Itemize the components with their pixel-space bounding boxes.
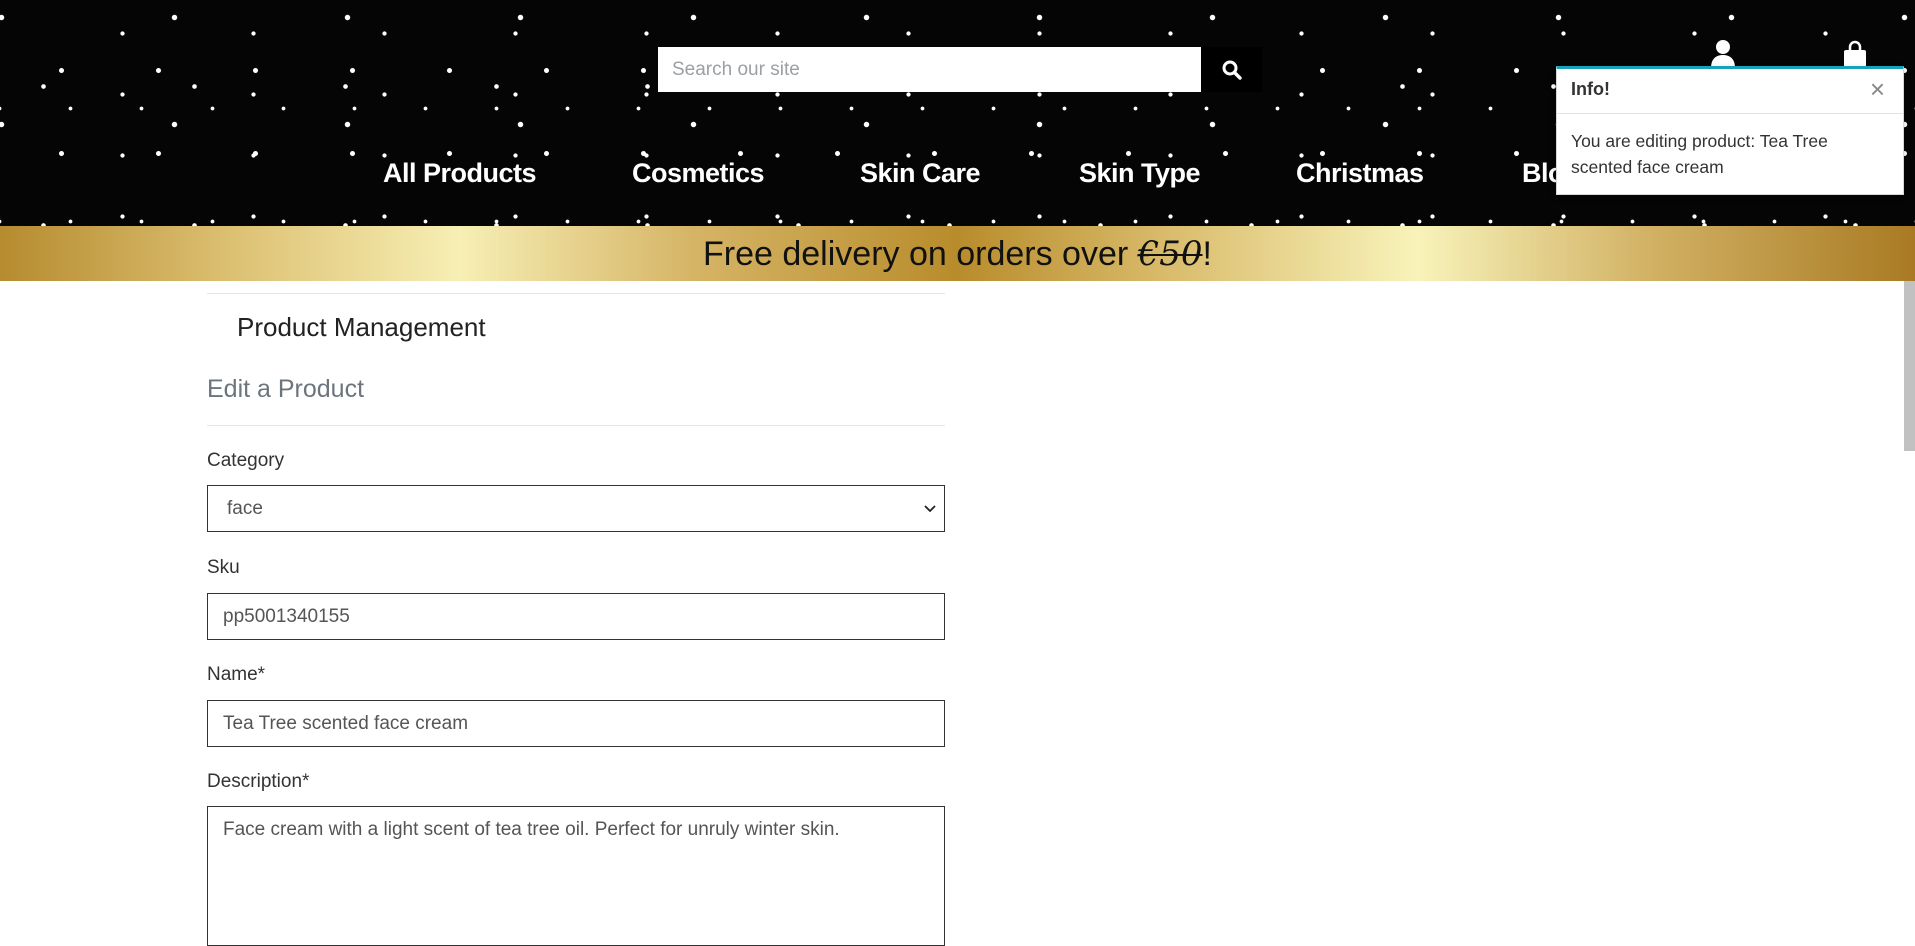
nav-all-products[interactable]: All Products (383, 158, 537, 189)
user-account-icon[interactable] (1709, 38, 1737, 68)
sku-input[interactable] (207, 593, 945, 640)
category-selected-value: face (227, 497, 263, 519)
subtitle-divider (207, 425, 945, 426)
toast-title: Info! (1571, 79, 1610, 99)
page-title: Product Management (237, 312, 486, 342)
nav-cosmetics[interactable]: Cosmetics (632, 158, 765, 189)
search-input[interactable] (658, 47, 1201, 92)
info-toast: Info! × You are editing product: Tea Tre… (1556, 66, 1904, 195)
search-icon (1222, 60, 1242, 80)
description-textarea[interactable]: Face cream with a light scent of tea tre… (207, 806, 945, 946)
description-label: Description* (207, 771, 310, 792)
toast-close-button[interactable]: × (1864, 75, 1891, 103)
nav-christmas[interactable]: Christmas (1296, 158, 1424, 189)
chevron-down-icon (924, 504, 936, 512)
category-label: Category (207, 450, 285, 471)
toast-header: Info! × (1557, 69, 1903, 114)
category-select[interactable]: face (207, 485, 945, 532)
name-label: Name* (207, 664, 266, 685)
page-scrollbar-thumb[interactable] (1904, 281, 1915, 451)
toast-message: You are editing product: Tea Tree scente… (1571, 131, 1828, 177)
search-button[interactable] (1201, 47, 1262, 92)
name-input[interactable] (207, 700, 945, 747)
free-delivery-text: Free delivery on orders over €50! (703, 233, 1212, 274)
free-delivery-banner: Free delivery on orders over €50! (0, 226, 1915, 281)
form-subtitle: Edit a Product (207, 375, 365, 403)
sku-label: Sku (207, 557, 240, 578)
delivery-threshold: €50 (1137, 233, 1203, 274)
nav-skin-type[interactable]: Skin Type (1079, 158, 1201, 189)
section-divider (207, 293, 945, 294)
nav-skin-care[interactable]: Skin Care (860, 158, 981, 189)
